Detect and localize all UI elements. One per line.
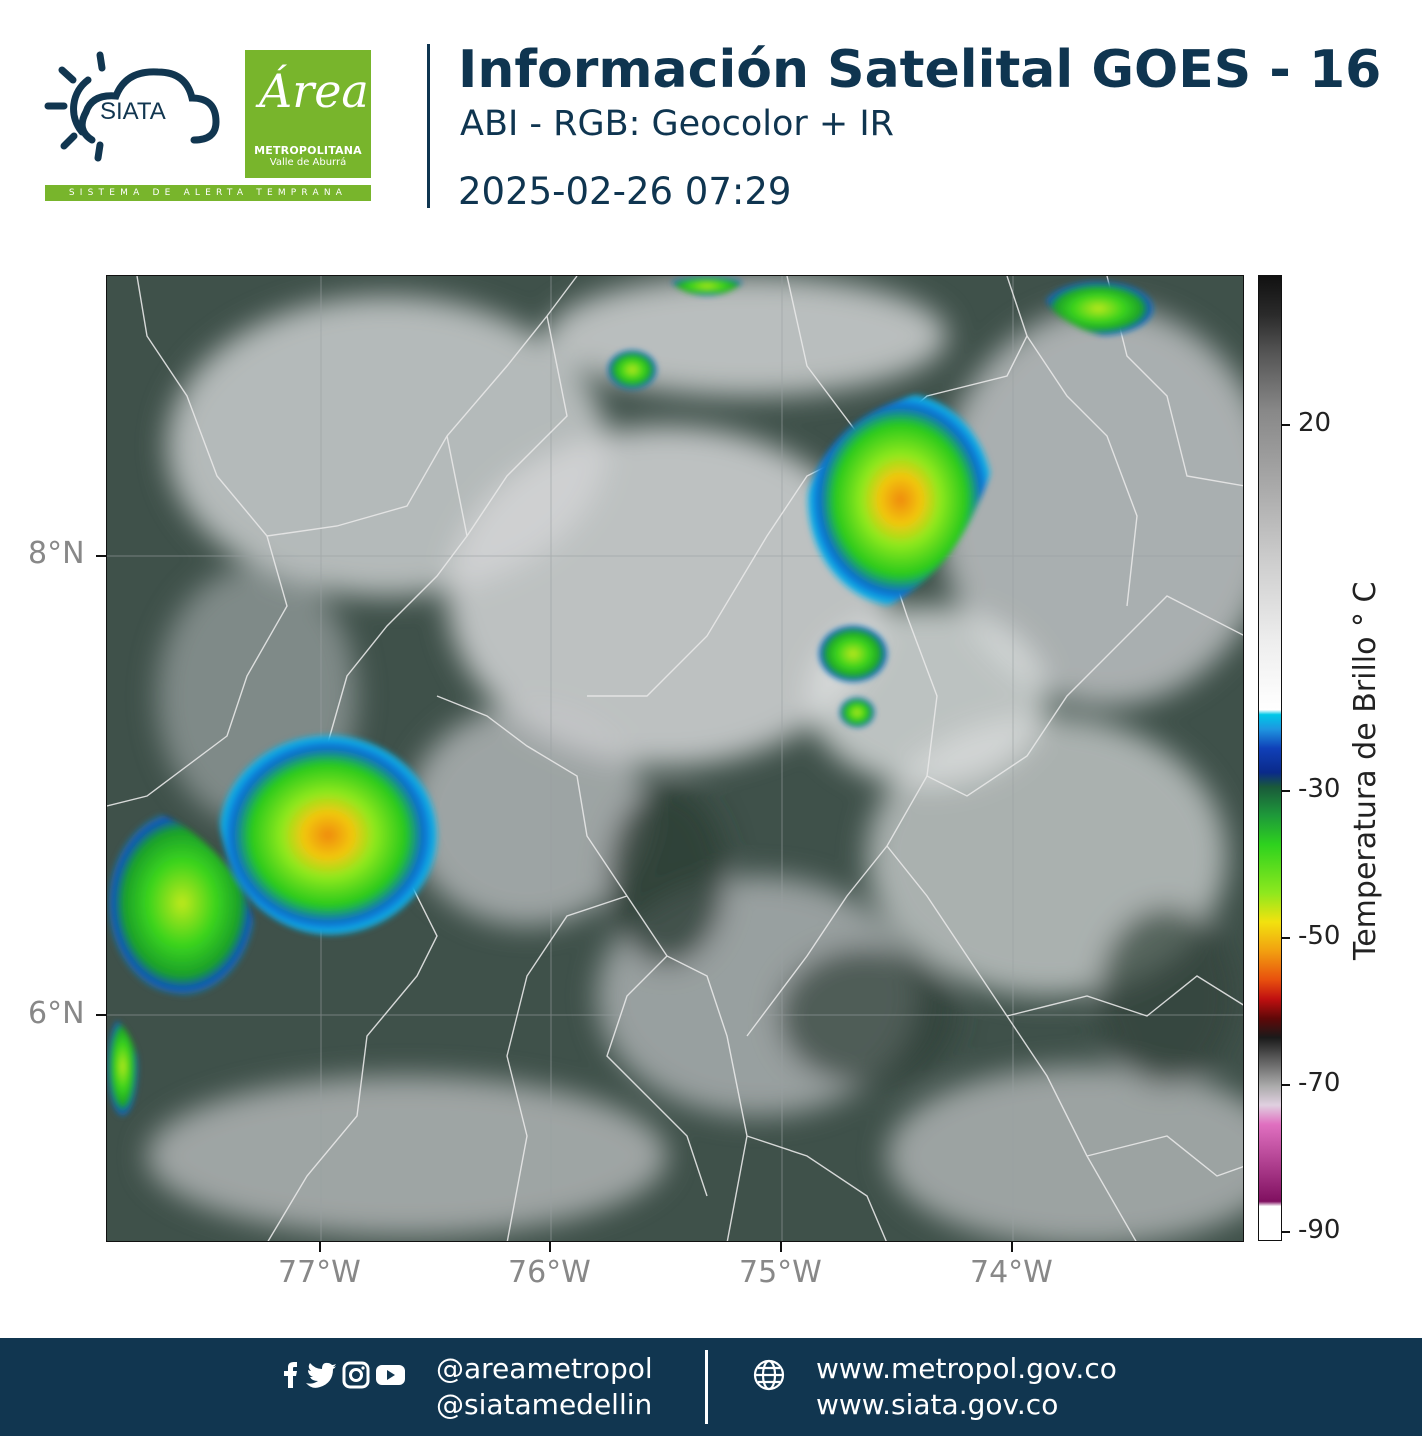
lon-tick bbox=[549, 1242, 551, 1252]
alert-system-bar: SISTEMA DE ALERTA TEMPRANA bbox=[45, 185, 371, 201]
lon-label-76w: 76°W bbox=[508, 1255, 591, 1290]
colorbar-tick bbox=[1282, 937, 1290, 939]
colorbar-label-minus50: -50 bbox=[1298, 921, 1341, 951]
area-logo-valle: Valle de Aburrá bbox=[269, 157, 347, 168]
colorbar-tick bbox=[1282, 1231, 1290, 1233]
youtube-icon[interactable] bbox=[376, 1365, 405, 1385]
lon-label-75w: 75°W bbox=[739, 1255, 822, 1290]
area-logo-script: Área bbox=[259, 64, 369, 118]
area-metropolitana-logo: Área METROPOLITANA Valle de Aburrá bbox=[245, 50, 371, 178]
area-logo-metropolitana: METROPOLITANA bbox=[254, 144, 362, 157]
lon-label-74w: 74°W bbox=[970, 1255, 1053, 1290]
lat-tick bbox=[96, 555, 106, 557]
lat-label-8n: 8°N bbox=[28, 536, 85, 571]
social-icons bbox=[280, 1360, 410, 1390]
social-handle-areametropol[interactable]: @areametropol bbox=[436, 1352, 653, 1385]
header-divider bbox=[427, 44, 430, 208]
page-subtitle: ABI - RGB: Geocolor + IR bbox=[460, 104, 894, 144]
footer-divider bbox=[705, 1350, 708, 1424]
lon-tick bbox=[319, 1242, 321, 1252]
siata-logo: SIATA bbox=[40, 40, 240, 170]
colorbar-tick bbox=[1282, 1084, 1290, 1086]
colorbar-tick bbox=[1282, 424, 1290, 426]
twitter-icon[interactable] bbox=[306, 1362, 336, 1388]
colorbar-label-minus30: -30 bbox=[1298, 774, 1341, 804]
lon-tick bbox=[1011, 1242, 1013, 1252]
satellite-map bbox=[106, 275, 1244, 1242]
social-handle-siatamedellin[interactable]: @siatamedellin bbox=[436, 1388, 652, 1421]
page-title: Información Satelital GOES - 16 bbox=[458, 40, 1382, 100]
siata-text: SIATA bbox=[100, 98, 166, 125]
colorbar-tick bbox=[1282, 790, 1290, 792]
lon-tick bbox=[780, 1242, 782, 1252]
sun-cloud-icon: SIATA bbox=[44, 51, 220, 162]
timestamp: 2025-02-26 07:29 bbox=[458, 170, 792, 213]
lat-tick bbox=[96, 1014, 106, 1016]
colorbar-label-minus90: -90 bbox=[1298, 1215, 1341, 1245]
facebook-icon[interactable] bbox=[284, 1362, 297, 1388]
temperature-colorbar bbox=[1258, 275, 1282, 1241]
website-metropol[interactable]: www.metropol.gov.co bbox=[816, 1352, 1117, 1385]
lat-label-6n: 6°N bbox=[28, 996, 85, 1031]
globe-icon bbox=[752, 1358, 786, 1392]
colorbar-label-minus70: -70 bbox=[1298, 1068, 1341, 1098]
instagram-icon[interactable] bbox=[342, 1361, 370, 1389]
lon-label-77w: 77°W bbox=[278, 1255, 361, 1290]
footer bbox=[0, 1338, 1422, 1436]
colorbar-title: Temperatura de Brillo ° C bbox=[1348, 581, 1383, 961]
satellite-image bbox=[107, 276, 1243, 1241]
colorbar-label-20: 20 bbox=[1298, 408, 1332, 438]
website-siata[interactable]: www.siata.gov.co bbox=[816, 1388, 1058, 1421]
